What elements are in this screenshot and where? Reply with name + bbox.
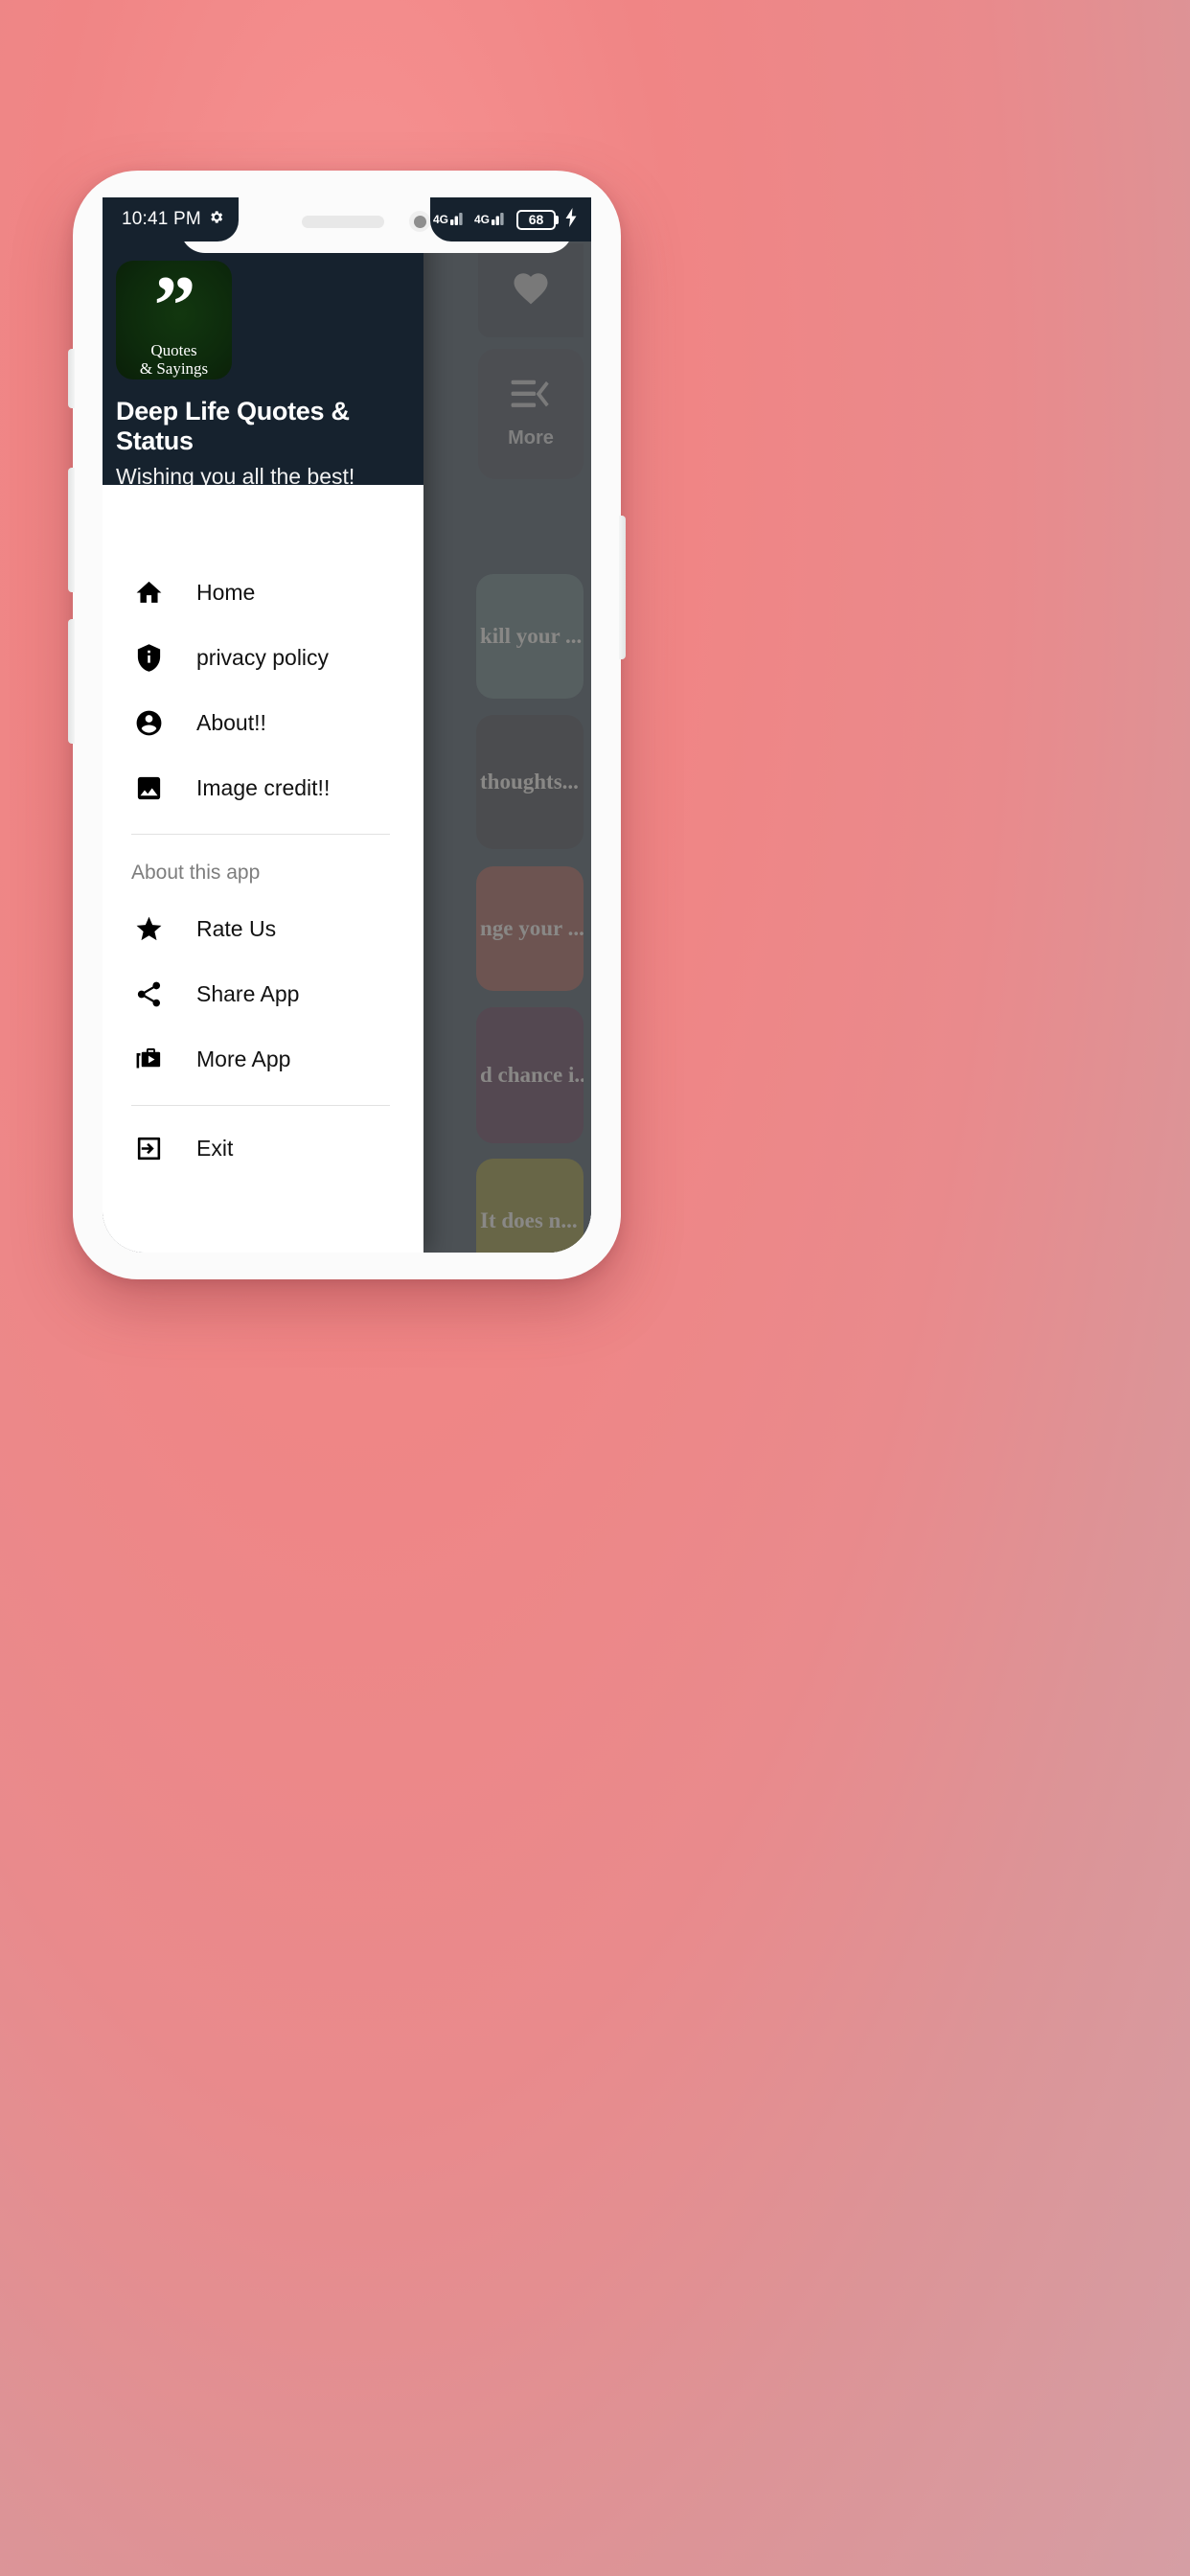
quote-card[interactable]: It does n... bbox=[476, 1159, 584, 1253]
quote-card[interactable]: kill your ... bbox=[476, 574, 584, 699]
drawer-item-label: privacy policy bbox=[196, 644, 330, 670]
app-logo-text-line1: Quotes bbox=[150, 341, 197, 360]
account-circle-icon bbox=[131, 705, 166, 740]
quote-card[interactable]: thoughts... bbox=[476, 715, 584, 849]
drawer-item-label: Rate Us bbox=[196, 915, 277, 941]
drawer-item-label: Exit bbox=[196, 1135, 234, 1161]
phone-device-frame: More kill your ... thoughts... nge your ..… bbox=[68, 171, 626, 1279]
quote-card-text: It does n... bbox=[480, 1208, 578, 1232]
shield-info-icon bbox=[131, 640, 166, 675]
heart-icon bbox=[511, 268, 551, 313]
star-icon bbox=[131, 911, 166, 946]
app-logo-text-line2: & Sayings bbox=[139, 358, 209, 378]
power-button[interactable] bbox=[619, 516, 626, 659]
menu-open-icon bbox=[510, 379, 552, 416]
navigation-drawer: ” Quotes & Sayings Deep Life Quotes & St… bbox=[103, 197, 423, 1253]
drawer-item-home[interactable]: Home bbox=[103, 560, 423, 625]
drawer-item-label: About!! bbox=[196, 709, 266, 735]
more-card-label: More bbox=[508, 427, 554, 448]
quote-card-text: d chance i... bbox=[480, 1063, 584, 1087]
google-play-briefcase-icon bbox=[131, 1042, 166, 1076]
share-icon bbox=[131, 977, 166, 1011]
drawer-item-exit[interactable]: Exit bbox=[103, 1116, 423, 1181]
about-this-app-section-title: About this app bbox=[131, 862, 261, 884]
drawer-item-rate-us[interactable]: Rate Us bbox=[103, 896, 423, 961]
drawer-secondary-menu: Rate Us Share App More App bbox=[103, 896, 423, 1092]
drawer-item-label: More App bbox=[196, 1046, 291, 1071]
home-icon bbox=[131, 575, 166, 610]
drawer-exit-menu: Exit bbox=[103, 1116, 423, 1181]
drawer-item-about[interactable]: About!! bbox=[103, 690, 423, 755]
app-logo: ” Quotes & Sayings bbox=[116, 261, 232, 380]
drawer-primary-menu: Home privacy policy About!! Image credit!! bbox=[103, 560, 423, 820]
volume-down-button[interactable] bbox=[68, 619, 75, 744]
quote-card-text: nge your ... bbox=[480, 916, 584, 940]
drawer-item-image-credit[interactable]: Image credit!! bbox=[103, 755, 423, 820]
drawer-menu-body: Home privacy policy About!! Image credit!! … bbox=[103, 485, 423, 1253]
drawer-app-title: Deep Life Quotes & Status bbox=[116, 397, 350, 455]
volume-up-button[interactable] bbox=[68, 468, 75, 592]
drawer-item-label: Image credit!! bbox=[196, 774, 331, 800]
drawer-item-share-app[interactable]: Share App bbox=[103, 961, 423, 1026]
quote-card-text: kill your ... bbox=[480, 624, 583, 648]
drawer-item-privacy-policy[interactable]: privacy policy bbox=[103, 625, 423, 690]
mute-switch-button[interactable] bbox=[68, 349, 75, 408]
drawer-item-label: Home bbox=[196, 579, 256, 605]
earpiece-speaker bbox=[302, 216, 384, 228]
drawer-item-more-app[interactable]: More App bbox=[103, 1026, 423, 1092]
phone-notch bbox=[180, 197, 573, 253]
quote-card[interactable]: nge your ... bbox=[476, 866, 584, 991]
app-logo-text: Quotes & Sayings bbox=[139, 341, 209, 378]
drawer-item-label: Share App bbox=[196, 980, 300, 1006]
exit-to-app-icon bbox=[131, 1131, 166, 1165]
quote-card[interactable]: d chance i... bbox=[476, 1007, 584, 1143]
favorites-button[interactable] bbox=[478, 243, 584, 337]
quote-card-text: thoughts... bbox=[480, 770, 579, 794]
more-card-button[interactable]: More bbox=[478, 349, 584, 479]
phone-screen: More kill your ... thoughts... nge your ..… bbox=[103, 197, 591, 1253]
front-camera bbox=[409, 211, 430, 232]
image-icon bbox=[131, 770, 166, 805]
quote-mark-glyph: ” bbox=[153, 261, 196, 353]
